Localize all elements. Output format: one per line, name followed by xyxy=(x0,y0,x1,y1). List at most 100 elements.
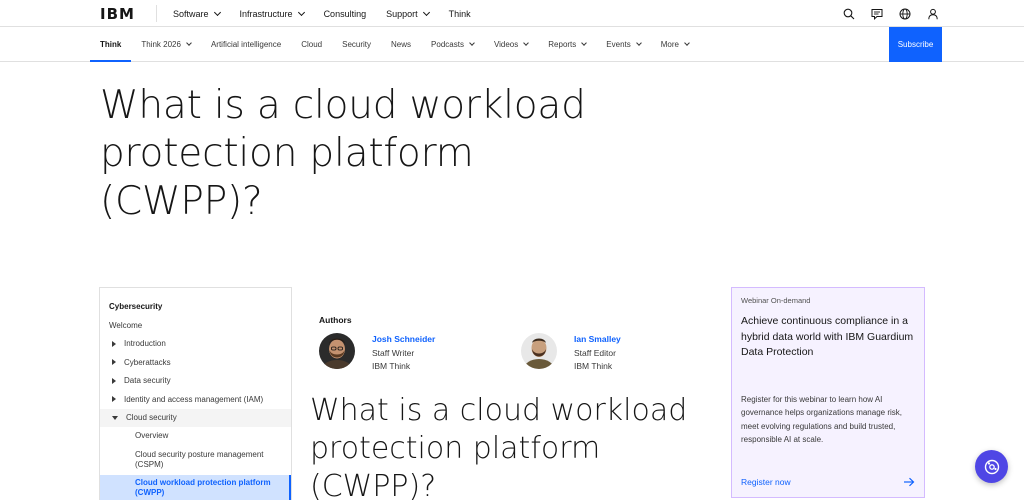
sub-nav: Think Think 2026 Artificial intelligence… xyxy=(0,27,1024,62)
avatar xyxy=(319,333,355,369)
top-nav-infrastructure[interactable]: Infrastructure xyxy=(239,8,305,19)
sub-nav-ai[interactable]: Artificial intelligence xyxy=(201,27,291,62)
assistant-icon xyxy=(984,459,999,474)
top-nav-label: Consulting xyxy=(323,8,367,19)
toc-item-label: Identity and access management (IAM) xyxy=(124,394,264,404)
top-nav-think[interactable]: Think xyxy=(449,9,471,19)
top-nav-label: Software xyxy=(173,8,209,19)
toc-item-label: Cyberattacks xyxy=(124,357,171,367)
toc-item-welcome[interactable]: Welcome xyxy=(100,316,291,335)
sub-nav-label: Artificial intelligence xyxy=(210,40,282,49)
promo-body: Register for this webinar to learn how A… xyxy=(741,395,902,444)
toc-item-data-security[interactable]: Data security xyxy=(100,372,291,391)
toc-subitem-label: Cloud workload protection platform (CWPP… xyxy=(135,477,271,497)
toc-item-label: Welcome xyxy=(109,320,143,330)
masthead: IBM Software Infrastructure Consulting S… xyxy=(0,0,1024,27)
globe-icon[interactable] xyxy=(898,7,912,21)
top-nav-consulting[interactable]: Consulting xyxy=(324,9,367,19)
toc-section-title: Cybersecurity xyxy=(109,302,163,311)
toc-subitem-overview[interactable]: Overview xyxy=(100,427,291,446)
assistant-launcher-button[interactable] xyxy=(975,450,1008,483)
ibm-logo[interactable]: IBM xyxy=(100,5,135,23)
author-info: Josh Schneider Staff Writer IBM Think xyxy=(372,333,435,374)
toc-item-cyberattacks[interactable]: Cyberattacks xyxy=(100,353,291,372)
chevron-down-icon xyxy=(213,8,221,16)
sub-nav-news[interactable]: News xyxy=(381,27,421,62)
author-org: IBM Think xyxy=(574,361,613,371)
chevron-down-icon xyxy=(297,8,305,16)
register-now-link[interactable]: Register now xyxy=(741,477,915,487)
article-heading-line: (CWPP)? xyxy=(310,469,437,500)
top-nav-label: Support xyxy=(386,8,418,19)
sub-nav-label: Podcasts xyxy=(431,40,464,49)
article-heading: What is a cloud workload protection plat… xyxy=(310,392,730,500)
masthead-icons xyxy=(828,0,940,27)
sub-nav-label: Videos xyxy=(493,40,519,49)
chevron-down-icon xyxy=(635,40,642,46)
chevron-down-icon xyxy=(581,40,588,46)
sub-nav-label: Security xyxy=(342,40,372,49)
user-icon[interactable] xyxy=(926,7,940,21)
author-role: Staff Editor xyxy=(574,347,616,358)
author-info: Ian Smalley Staff Editor IBM Think xyxy=(574,333,621,374)
sub-nav-label: Events xyxy=(606,40,631,49)
page-title-line: protection platform xyxy=(100,131,474,176)
article-heading-line: protection platform xyxy=(310,431,601,466)
page-title-line: What is a cloud workload xyxy=(100,83,586,128)
toc-item-label: Introduction xyxy=(124,339,166,349)
author-name-link[interactable]: Josh Schneider xyxy=(372,333,435,347)
chevron-down-icon xyxy=(469,40,475,46)
chat-icon[interactable] xyxy=(870,7,884,21)
sub-nav-label: Cloud xyxy=(301,40,323,49)
toc-item-iam[interactable]: Identity and access management (IAM) xyxy=(100,390,291,409)
top-nav-support[interactable]: Support xyxy=(386,8,430,19)
author-card: Josh Schneider Staff Writer IBM Think xyxy=(319,333,435,374)
caret-right-icon xyxy=(112,359,116,366)
sub-nav-security[interactable]: Security xyxy=(332,27,381,62)
sub-nav-label: Think xyxy=(100,40,122,49)
sub-nav-items: Think Think 2026 Artificial intelligence… xyxy=(90,27,699,62)
toc-subitem-label: Cloud security posture management (CSPM) xyxy=(135,450,264,469)
sub-nav-videos[interactable]: Videos xyxy=(484,27,538,62)
chevron-down-icon xyxy=(186,40,192,46)
page-title: What is a cloud workload protection plat… xyxy=(100,82,660,226)
author-role: Staff Writer xyxy=(372,347,415,358)
top-nav: Software Infrastructure Consulting Suppo… xyxy=(173,0,491,27)
top-nav-software[interactable]: Software xyxy=(173,8,221,19)
toc-item-cloud-security[interactable]: Cloud security xyxy=(100,408,291,427)
sub-nav-label: Think 2026 xyxy=(141,40,181,49)
page-title-line: (CWPP)? xyxy=(100,179,263,224)
authors-heading: Authors xyxy=(319,315,352,325)
promo-title: Achieve continuous compliance in a hybri… xyxy=(741,315,914,358)
top-nav-label: Think xyxy=(448,8,471,19)
author-card: Ian Smalley Staff Editor IBM Think xyxy=(521,333,621,374)
sub-nav-think-2026[interactable]: Think 2026 xyxy=(131,27,201,62)
arrow-right-icon xyxy=(904,477,915,487)
sub-nav-events[interactable]: Events xyxy=(596,27,650,62)
sub-nav-think[interactable]: Think xyxy=(90,27,132,62)
webinar-promo-card: Webinar On-demand Achieve continuous com… xyxy=(731,287,925,498)
toc-item-label: Cloud security xyxy=(126,413,177,423)
table-of-contents: Cybersecurity Welcome Introduction Cyber… xyxy=(99,287,292,500)
avatar xyxy=(521,333,557,369)
caret-right-icon xyxy=(112,377,116,384)
toc-item-introduction[interactable]: Introduction xyxy=(100,335,291,354)
toc-subitem-cspm[interactable]: Cloud security posture management (CSPM) xyxy=(100,446,291,475)
sub-nav-more[interactable]: More xyxy=(651,27,699,62)
subscribe-button[interactable]: Subscribe xyxy=(889,27,942,62)
sub-nav-podcasts[interactable]: Podcasts xyxy=(421,27,484,62)
author-name-link[interactable]: Ian Smalley xyxy=(574,333,621,347)
top-nav-label: Infrastructure xyxy=(239,8,293,19)
register-now-label: Register now xyxy=(741,477,791,487)
sub-nav-reports[interactable]: Reports xyxy=(538,27,596,62)
sub-nav-label: More xyxy=(660,40,679,49)
sub-nav-cloud[interactable]: Cloud xyxy=(291,27,332,62)
logo-divider xyxy=(156,5,157,22)
search-icon[interactable] xyxy=(842,7,856,21)
sub-nav-label: Reports xyxy=(548,40,577,49)
article-heading-line: What is a cloud workload xyxy=(310,393,688,428)
toc-item-label: Data security xyxy=(124,376,171,386)
toc-subitem-cwpp[interactable]: Cloud workload protection platform (CWPP… xyxy=(100,474,291,500)
sub-nav-label: News xyxy=(391,40,412,49)
caret-down-icon xyxy=(112,415,118,420)
